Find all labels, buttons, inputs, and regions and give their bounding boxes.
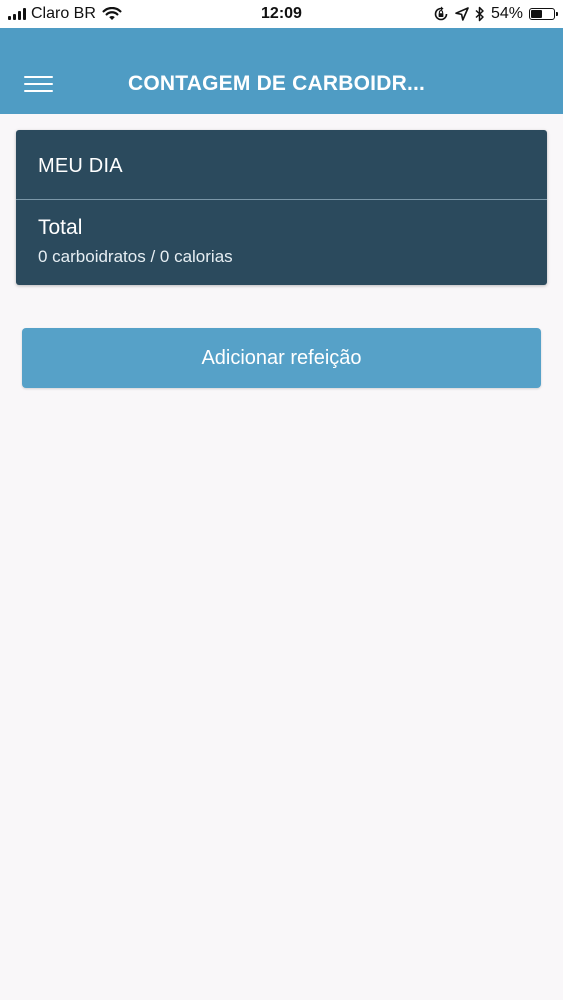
bluetooth-icon (475, 6, 485, 22)
day-card-total: Total 0 carboidratos / 0 calorias (16, 200, 547, 284)
day-card-header: MEU DIA (16, 130, 547, 200)
battery-icon (529, 8, 558, 20)
add-meal-button[interactable]: Adicionar refeição (22, 328, 541, 388)
total-label: Total (38, 216, 83, 239)
battery-level (531, 10, 542, 18)
orientation-lock-icon (433, 6, 449, 22)
status-bar: Claro BR 12:09 54% (0, 0, 563, 28)
location-arrow-icon (455, 7, 469, 21)
page-title: CONTAGEM DE CARBOIDR... (128, 72, 426, 95)
app-header: CONTAGEM DE CARBOIDR... (0, 28, 563, 114)
total-summary: 0 carboidratos / 0 calorias (38, 247, 233, 266)
day-card: MEU DIA Total 0 carboidratos / 0 caloria… (16, 130, 547, 285)
day-card-title: MEU DIA (38, 155, 123, 177)
status-right: 54% (433, 5, 558, 23)
hamburger-menu-icon[interactable] (14, 64, 62, 104)
battery-percent: 54% (490, 5, 523, 22)
